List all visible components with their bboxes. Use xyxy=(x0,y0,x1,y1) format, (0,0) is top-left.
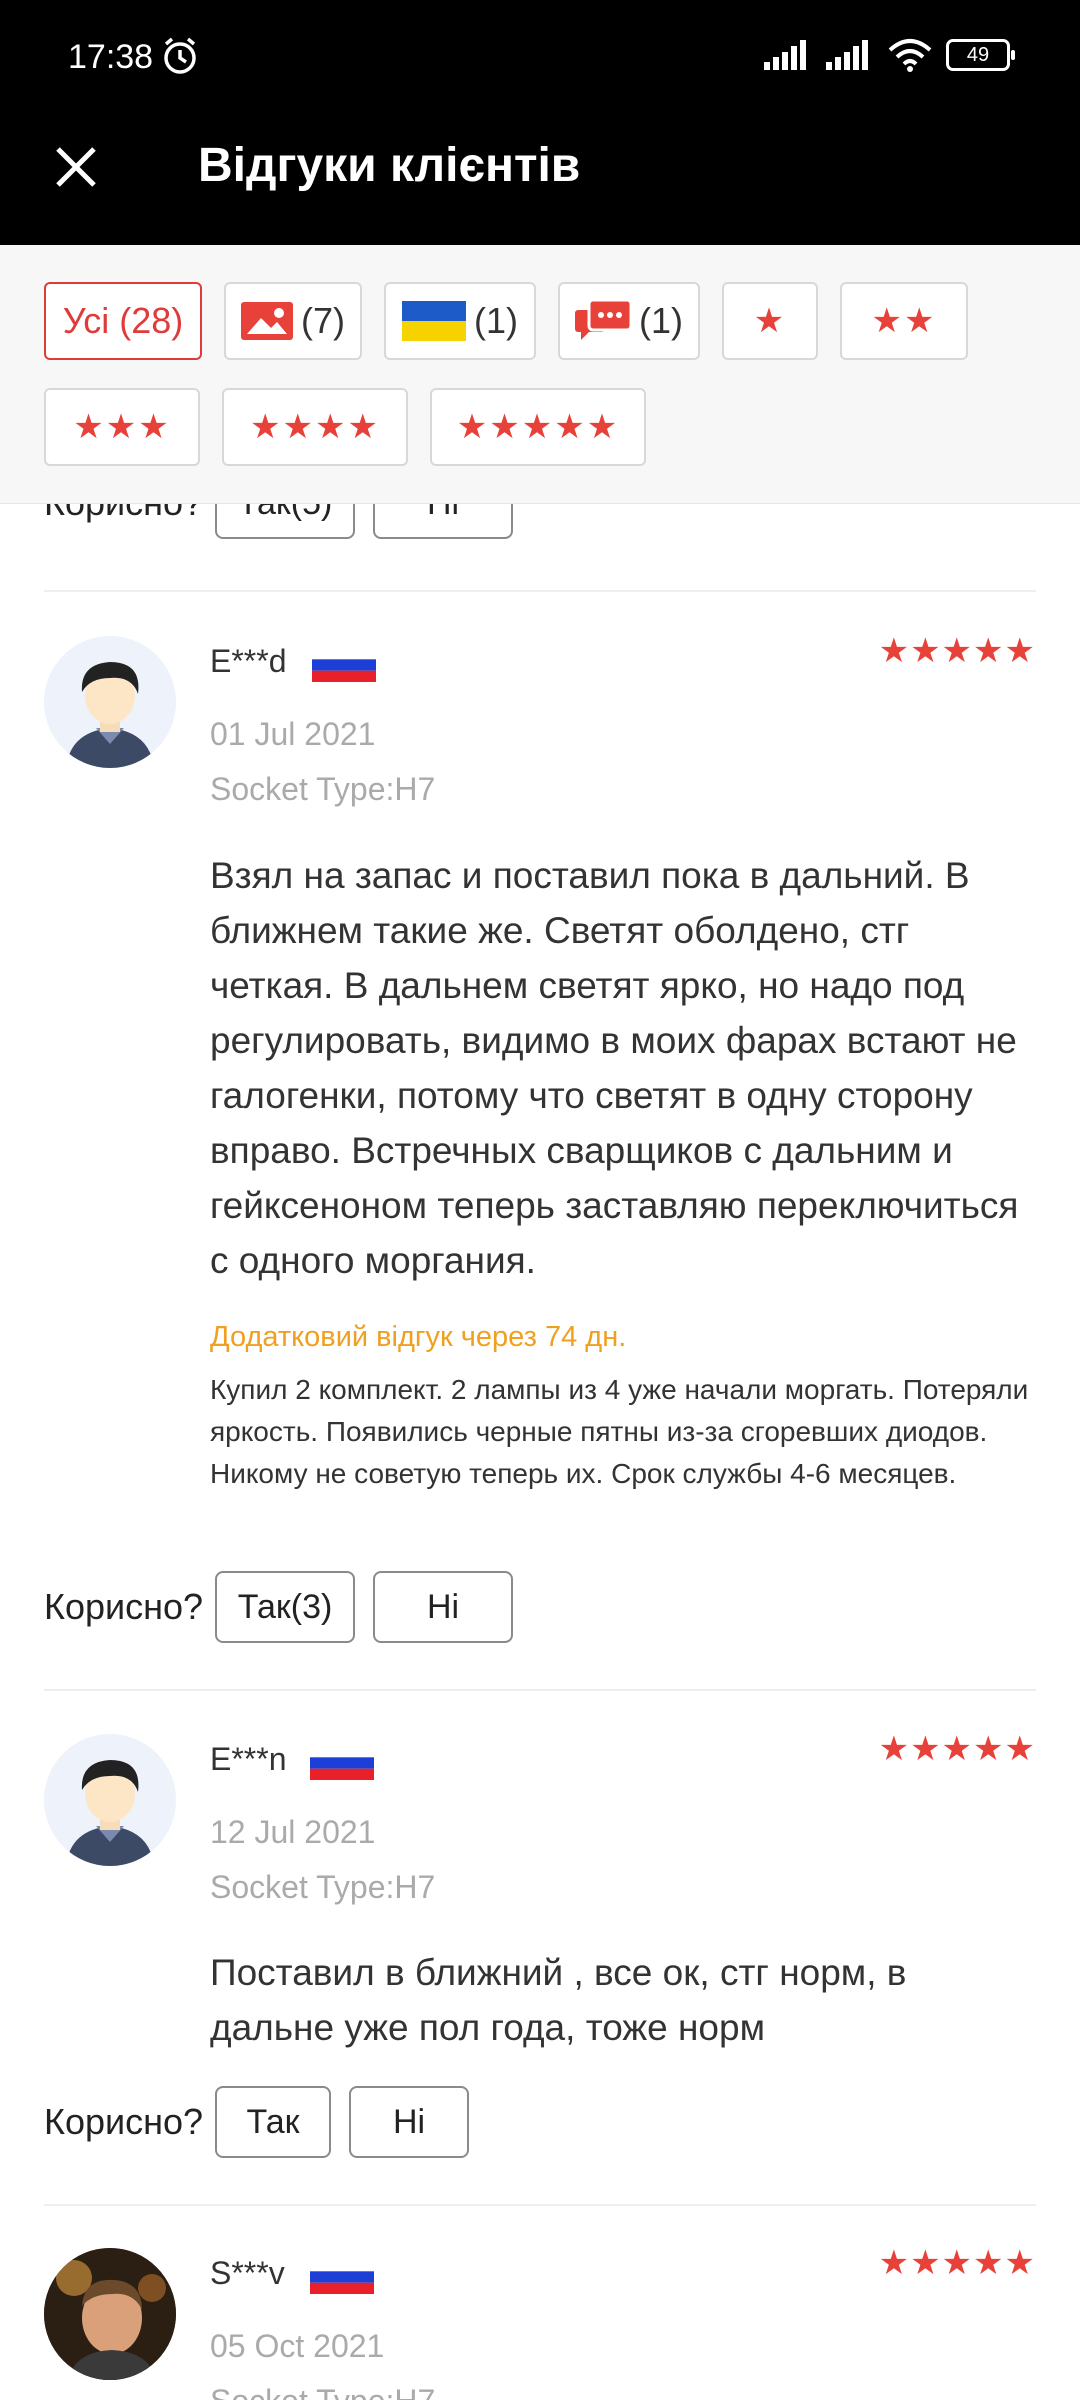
helpful-no-button[interactable]: Ні xyxy=(373,1571,514,1643)
battery-icon: 49 xyxy=(946,39,1015,71)
filter-3-star-icons: ★★★ xyxy=(73,408,171,446)
filter-photo[interactable]: (7) xyxy=(224,282,362,360)
review-date: 01 Jul 2021 xyxy=(210,716,376,752)
helpful-label: Корисно? xyxy=(44,1586,204,1627)
filter-additional-count: (1) xyxy=(639,300,683,341)
helpful-no-button[interactable]: Ні xyxy=(349,2086,470,2158)
filter-bar: Усі (28) (7) (1) (1) ★ ★★ ★★★ ★★★★ ★★★★★ xyxy=(0,245,1080,504)
filter-5-star[interactable]: ★★★★★ xyxy=(430,388,646,466)
reviewer-name: S***v xyxy=(210,2255,285,2291)
avatar xyxy=(44,1734,176,1866)
additional-review-label: Додатковий відгук через 74 дн. xyxy=(210,1321,627,1353)
divider xyxy=(44,1689,1036,1691)
avatar-photo xyxy=(44,2248,176,2380)
review-attribute: Socket Type:H7 xyxy=(210,2383,435,2400)
helpful-yes-button[interactable]: Так(5) xyxy=(215,503,356,539)
avatar-photo-image xyxy=(44,2248,176,2380)
close-icon[interactable] xyxy=(54,145,98,189)
review-rating: ★★★★★ xyxy=(878,2244,1036,2282)
filter-5-star-icons: ★★★★★ xyxy=(456,408,620,446)
avatar-person-icon xyxy=(44,636,176,768)
helpful-label: Корисно? xyxy=(44,503,203,524)
alarm-icon xyxy=(164,37,196,74)
reviews-list[interactable]: Корисно? Так(5) Ні E***d ★★★★★ 01 Jul 20… xyxy=(0,503,1080,2400)
reviewer-name: E***n xyxy=(210,1741,287,1777)
battery-level: 49 xyxy=(966,43,990,66)
filter-4-star[interactable]: ★★★★ xyxy=(222,388,408,466)
helpful-label: Корисно? xyxy=(44,2101,204,2142)
filter-4-star-icons: ★★★★ xyxy=(250,408,380,446)
avatar xyxy=(44,636,176,768)
review-text: Взял на запас и поставил пока в дальний.… xyxy=(210,855,1019,1281)
wifi-icon xyxy=(888,39,932,72)
filter-local-count: (1) xyxy=(474,300,518,341)
helpful-row: Корисно? Так Ні xyxy=(44,2086,470,2158)
russia-flag-icon xyxy=(310,2260,374,2294)
review-attribute: Socket Type:H7 xyxy=(210,1869,436,1905)
cell-signal-2-icon xyxy=(826,40,868,70)
filter-all[interactable]: Усі (28) xyxy=(44,282,202,360)
russia-flag-icon xyxy=(312,648,376,682)
divider xyxy=(44,590,1036,592)
photo-icon xyxy=(241,302,293,340)
review-date: 12 Jul 2021 xyxy=(210,1814,376,1850)
filter-additional[interactable]: (1) xyxy=(558,282,700,360)
chat-bubbles-icon xyxy=(575,300,631,340)
ukraine-flag-icon xyxy=(402,301,466,341)
review-text: Поставил в ближний , все ок, стг норм, в… xyxy=(210,1952,907,2048)
cell-signal-icon xyxy=(764,40,806,70)
status-icons: 49 xyxy=(764,38,1015,72)
helpful-yes-button[interactable]: Так(3) xyxy=(215,1571,356,1643)
filter-all-label: Усі (28) xyxy=(62,300,184,341)
helpful-no-button[interactable]: Ні xyxy=(373,503,514,539)
additional-review-text: Купил 2 комплект. 2 лампы из 4 уже начал… xyxy=(210,1374,1029,1489)
review-date: 05 Oct 2021 xyxy=(210,2328,385,2364)
divider xyxy=(44,2204,1036,2206)
filter-photo-count: (7) xyxy=(301,300,345,341)
filter-1-star[interactable]: ★ xyxy=(722,282,818,360)
helpful-yes-button[interactable]: Так xyxy=(215,2086,332,2158)
filter-2-star-icons: ★★ xyxy=(871,302,937,340)
status-time: 17:38 xyxy=(68,38,154,76)
page-title: Відгуки клієнтів xyxy=(198,139,581,192)
avatar-person-icon xyxy=(44,1734,176,1866)
review-rating: ★★★★★ xyxy=(878,1730,1036,1768)
russia-flag-icon xyxy=(310,1746,374,1780)
filter-local[interactable]: (1) xyxy=(384,282,536,360)
filter-1-star-icons: ★ xyxy=(753,302,787,340)
filter-3-star[interactable]: ★★★ xyxy=(44,388,200,466)
review-attribute: Socket Type:H7 xyxy=(210,771,436,807)
helpful-row-previous: Корисно? Так(5) Ні xyxy=(44,503,514,539)
review-rating: ★★★★★ xyxy=(878,632,1036,670)
helpful-row: Корисно? Так(3) Ні xyxy=(44,1571,514,1643)
filter-2-star[interactable]: ★★ xyxy=(840,282,968,360)
status-bar: 17:38 49 xyxy=(0,0,1080,115)
reviewer-name: E***d xyxy=(210,643,287,679)
